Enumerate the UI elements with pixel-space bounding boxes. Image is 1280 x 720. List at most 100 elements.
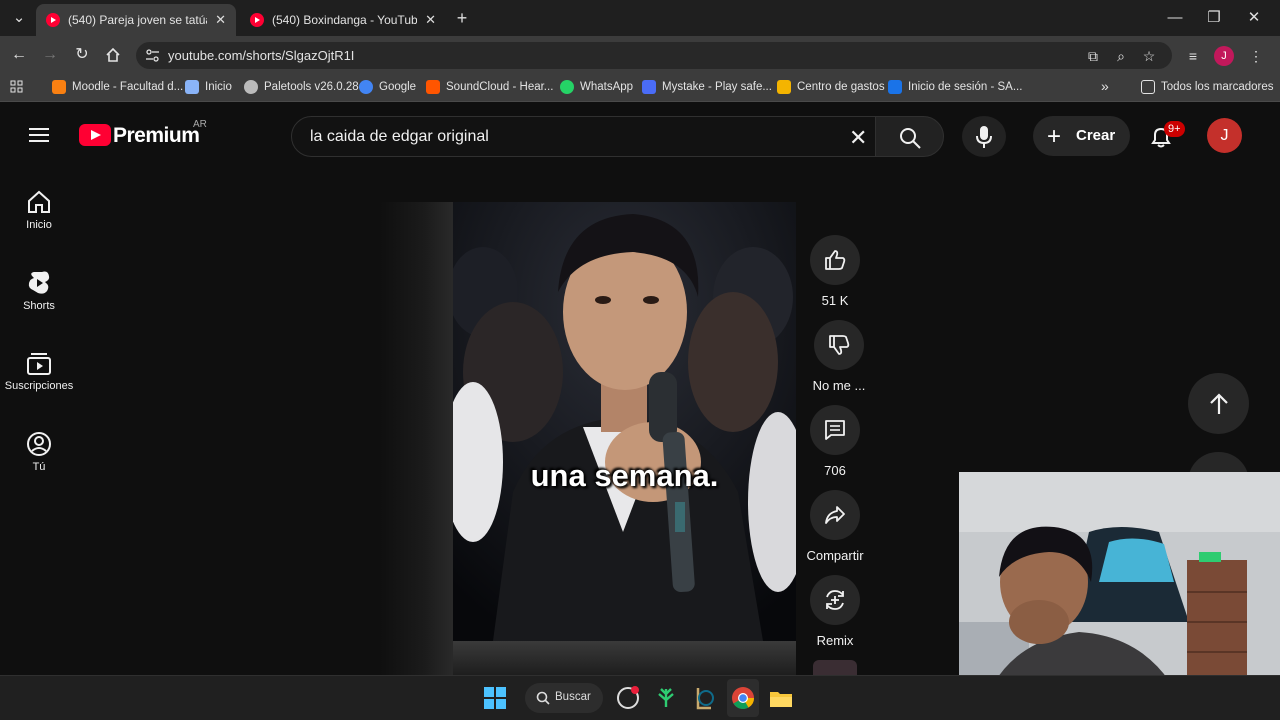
windows-start-icon[interactable] xyxy=(482,685,508,711)
browser-tab-strip: ⌄ (540) Pareja joven se tatúa sus n ✕ (5… xyxy=(0,0,1280,36)
sidebar-item-subscriptions[interactable]: Suscripciones xyxy=(0,350,78,392)
bookmark-centro-gastos[interactable]: Centro de gastos xyxy=(777,80,885,94)
share-arrow-icon xyxy=(825,506,845,524)
share-circle[interactable] xyxy=(810,490,860,540)
app-leaf-icon[interactable] xyxy=(653,685,679,711)
maximize-icon[interactable]: ❐ xyxy=(1199,6,1229,30)
comments-button[interactable]: 706 xyxy=(806,405,864,478)
like-count: 51 K xyxy=(821,293,849,308)
site-settings-icon[interactable] xyxy=(145,48,160,63)
bookmark-mystake[interactable]: Mystake - Play safe... xyxy=(642,80,772,94)
league-of-legends-icon[interactable] xyxy=(691,685,717,711)
shorts-video-player[interactable]: una semana. xyxy=(453,202,796,641)
voice-search-button[interactable] xyxy=(962,116,1006,157)
video-frame-image xyxy=(453,202,796,641)
globe-icon xyxy=(244,80,258,94)
browser-menu-icon[interactable]: ⋮ xyxy=(1246,46,1266,66)
sidebar-item-you[interactable]: Tú xyxy=(0,431,78,473)
remix-label: Remix xyxy=(816,633,854,648)
apps-grid-icon[interactable] xyxy=(10,80,24,94)
close-tab-icon[interactable]: ✕ xyxy=(425,12,436,28)
youtube-favicon-icon xyxy=(250,13,264,27)
zoom-icon[interactable]: ⌕ xyxy=(1111,46,1131,66)
sidebar-item-shorts[interactable]: Shorts xyxy=(0,270,78,312)
browser-tab[interactable]: (540) Boxindanga - YouTube ✕ xyxy=(240,4,446,36)
google-icon xyxy=(359,80,373,94)
sidebar-item-home[interactable]: Inicio xyxy=(0,189,78,231)
expenses-icon xyxy=(777,80,791,94)
youtube-header: Premium AR la caida de edgar original ✕ … xyxy=(0,102,1280,170)
thumbs-up-icon xyxy=(825,250,846,270)
search-button[interactable] xyxy=(875,116,944,157)
reload-icon[interactable]: ↻ xyxy=(71,44,93,66)
arrow-up-icon xyxy=(1209,392,1228,414)
tab-search-button[interactable]: ⌄ xyxy=(4,6,34,30)
search-query: la caida de edgar original xyxy=(310,128,489,145)
comment-icon xyxy=(825,420,845,440)
bookmark-inicio[interactable]: Inicio xyxy=(185,80,232,94)
dislike-button[interactable]: No me ... xyxy=(810,320,868,393)
bookmark-sap-login[interactable]: Inicio de sesión - SA... xyxy=(888,80,1022,94)
moodle-icon xyxy=(52,80,66,94)
next-short-preview[interactable] xyxy=(453,641,796,675)
all-bookmarks-folder[interactable]: Todos los marcadores xyxy=(1141,80,1274,94)
bookmark-moodle[interactable]: Moodle - Facultad d... xyxy=(52,80,183,94)
search-icon xyxy=(900,128,921,149)
share-button[interactable]: Compartir xyxy=(806,490,864,563)
youtube-logo-icon[interactable] xyxy=(79,124,111,146)
sound-thumbnail[interactable] xyxy=(813,660,857,675)
search-input[interactable]: la caida de edgar original ✕ xyxy=(291,116,876,157)
folder-icon xyxy=(1141,80,1155,94)
you-icon xyxy=(27,432,51,456)
bookmarks-overflow-icon[interactable]: » xyxy=(1101,78,1109,94)
country-code: AR xyxy=(193,119,207,130)
minimize-icon[interactable]: — xyxy=(1160,6,1190,30)
home-browser-icon[interactable] xyxy=(102,44,124,66)
close-window-icon[interactable]: ✕ xyxy=(1239,6,1269,30)
new-tab-button[interactable]: + xyxy=(447,6,477,30)
previous-short-button[interactable] xyxy=(1188,373,1249,434)
media-controls-icon[interactable]: ≡ xyxy=(1183,46,1203,66)
remix-icon xyxy=(826,590,844,610)
dislike-circle[interactable] xyxy=(814,320,864,370)
menu-icon[interactable] xyxy=(26,124,52,148)
notification-count-badge: 9+ xyxy=(1164,121,1185,137)
bookmarks-bar: Moodle - Facultad d... Inicio Paletools … xyxy=(0,74,1280,102)
create-button[interactable]: + Crear xyxy=(1033,116,1130,156)
video-side-gradient xyxy=(380,202,454,675)
url-text: youtube.com/shorts/SlgazOjtR1I xyxy=(168,48,355,63)
remix-button[interactable]: Remix xyxy=(806,575,864,648)
comments-circle[interactable] xyxy=(810,405,860,455)
install-app-icon[interactable]: ⧉ xyxy=(1083,46,1103,66)
back-icon[interactable]: ← xyxy=(8,44,30,66)
bookmark-google[interactable]: Google xyxy=(359,80,416,94)
chrome-icon[interactable] xyxy=(730,685,756,711)
sidebar-item-label: Tú xyxy=(32,461,46,473)
like-button[interactable]: 51 K xyxy=(806,235,864,308)
browser-tab-active[interactable]: (540) Pareja joven se tatúa sus n ✕ xyxy=(36,4,236,36)
comment-count: 706 xyxy=(824,463,846,478)
bookmark-star-icon[interactable]: ☆ xyxy=(1139,46,1159,66)
share-label: Compartir xyxy=(806,548,864,563)
opera-gx-icon[interactable] xyxy=(615,685,641,711)
clear-search-icon[interactable]: ✕ xyxy=(849,125,867,151)
taskbar-search[interactable]: Buscar xyxy=(525,683,603,713)
shorts-icon xyxy=(28,271,50,294)
file-explorer-icon[interactable] xyxy=(768,685,794,711)
forward-icon[interactable]: → xyxy=(39,44,61,66)
remix-circle[interactable] xyxy=(810,575,860,625)
bookmark-paletools[interactable]: Paletools v26.0.28 xyxy=(244,80,359,94)
like-circle[interactable] xyxy=(810,235,860,285)
user-avatar[interactable]: J xyxy=(1207,118,1242,153)
mystake-icon xyxy=(642,80,656,94)
bookmark-soundcloud[interactable]: SoundCloud - Hear... xyxy=(426,80,553,94)
bookmark-whatsapp[interactable]: WhatsApp xyxy=(560,80,633,94)
logo-text[interactable]: Premium xyxy=(113,124,200,148)
address-bar[interactable]: youtube.com/shorts/SlgazOjtR1I xyxy=(136,42,1172,69)
thumbs-down-icon xyxy=(829,335,850,355)
browser-profile-avatar[interactable]: J xyxy=(1214,46,1234,66)
sidebar-item-label: Suscripciones xyxy=(4,380,74,392)
youtube-favicon-icon xyxy=(46,13,60,27)
subscriptions-icon xyxy=(27,353,51,375)
close-tab-icon[interactable]: ✕ xyxy=(215,12,226,28)
